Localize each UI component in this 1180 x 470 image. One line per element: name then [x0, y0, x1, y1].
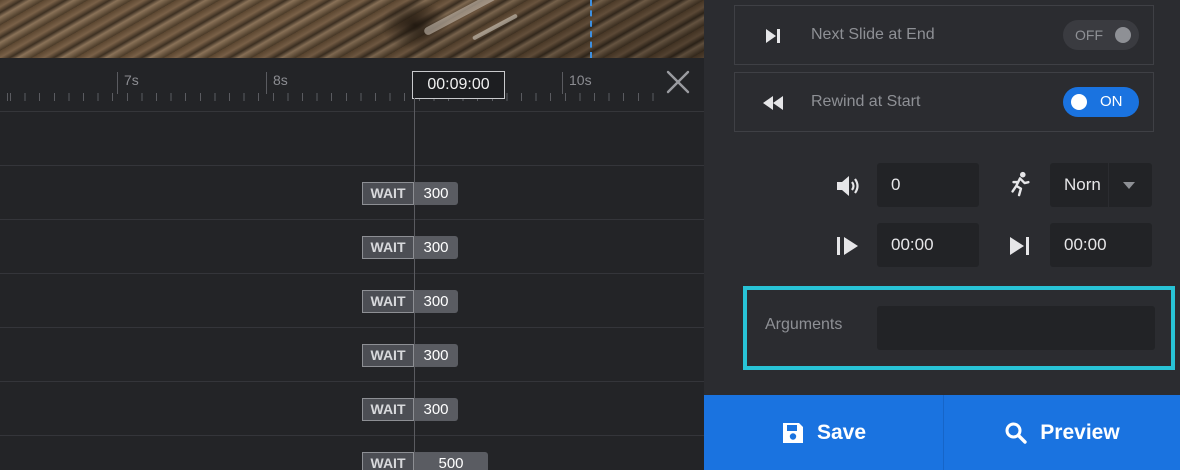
wait-value: 300 — [414, 290, 458, 313]
toggle-state: ON — [1100, 93, 1123, 110]
wait-value: 300 — [414, 236, 458, 259]
rewind-toggle[interactable]: ON — [1063, 87, 1139, 117]
wait-value: 300 — [414, 398, 458, 421]
play-start-icon — [837, 237, 858, 255]
wait-block[interactable]: WAIT 300 — [362, 182, 458, 205]
playhead-line[interactable] — [414, 98, 415, 470]
wait-label: WAIT — [362, 290, 414, 313]
wait-label: WAIT — [362, 452, 414, 470]
video-marker-line[interactable] — [590, 0, 592, 58]
speed-select[interactable]: Norn — [1050, 163, 1152, 207]
timeline-ruler[interactable]: 7s 8s 10s 00:09:00 — [0, 58, 704, 112]
timeline-track[interactable]: WAIT 300 — [0, 328, 704, 382]
timeline-track[interactable]: WAIT 300 — [0, 220, 704, 274]
current-timecode[interactable]: 00:09:00 — [412, 71, 505, 99]
ruler-label-10s: 10s — [562, 72, 592, 94]
chevron-down-icon — [1123, 182, 1135, 189]
rewind-icon — [763, 96, 783, 110]
layer-settings-panel: Next Slide at End OFF Rewind at Start ON… — [704, 0, 1180, 470]
wait-label: WAIT — [362, 182, 414, 205]
next-slide-option[interactable]: Next Slide at End OFF — [734, 5, 1154, 65]
start-time-field[interactable]: 00:00 — [877, 223, 979, 267]
skip-next-icon — [766, 29, 780, 43]
running-person-icon — [1011, 171, 1030, 197]
toggle-state: OFF — [1075, 27, 1103, 43]
wait-label: WAIT — [362, 344, 414, 367]
save-icon — [782, 422, 803, 443]
rewind-option[interactable]: Rewind at Start ON — [734, 72, 1154, 132]
wait-label: WAIT — [362, 398, 414, 421]
timeline-track[interactable]: WAIT 500 — [0, 436, 704, 470]
wait-block[interactable]: WAIT 300 — [362, 236, 458, 259]
save-button[interactable]: Save — [704, 395, 943, 470]
speed-value: Norn — [1064, 175, 1101, 194]
wait-block[interactable]: WAIT 300 — [362, 290, 458, 313]
wait-value: 300 — [414, 182, 458, 205]
next-slide-toggle[interactable]: OFF — [1063, 20, 1139, 50]
rewind-label: Rewind at Start — [811, 93, 921, 110]
next-slide-label: Next Slide at End — [811, 26, 935, 43]
save-label: Save — [816, 420, 867, 444]
close-icon[interactable] — [665, 69, 691, 95]
timeline-editor: 7s 8s 10s 00:09:00 WAIT 300 WAIT 300 WAI… — [0, 0, 704, 470]
preview-label: Preview — [1040, 420, 1120, 444]
ruler-label-8s: 8s — [266, 72, 288, 94]
video-preview — [0, 0, 704, 58]
volume-icon — [837, 176, 859, 196]
wait-block[interactable]: WAIT 300 — [362, 398, 458, 421]
wait-value: 500 — [414, 452, 488, 470]
timeline-track[interactable]: WAIT 300 — [0, 274, 704, 328]
timeline-track[interactable]: WAIT 300 — [0, 166, 704, 220]
preview-button[interactable]: Preview — [944, 395, 1180, 470]
wait-block[interactable]: WAIT 300 — [362, 344, 458, 367]
end-time-field[interactable]: 00:00 — [1050, 223, 1152, 267]
ruler-label-7s: 7s — [117, 72, 139, 94]
skip-end-icon — [1010, 237, 1029, 255]
arguments-input[interactable] — [877, 306, 1155, 350]
wait-block[interactable]: WAIT 500 — [362, 452, 488, 470]
volume-field[interactable]: 0 — [877, 163, 979, 207]
timeline-track[interactable]: WAIT 300 — [0, 382, 704, 436]
arguments-label: Arguments — [765, 316, 843, 333]
search-icon — [1005, 422, 1027, 444]
wait-value: 300 — [414, 344, 458, 367]
timeline-track-empty[interactable] — [0, 112, 704, 166]
wait-label: WAIT — [362, 236, 414, 259]
